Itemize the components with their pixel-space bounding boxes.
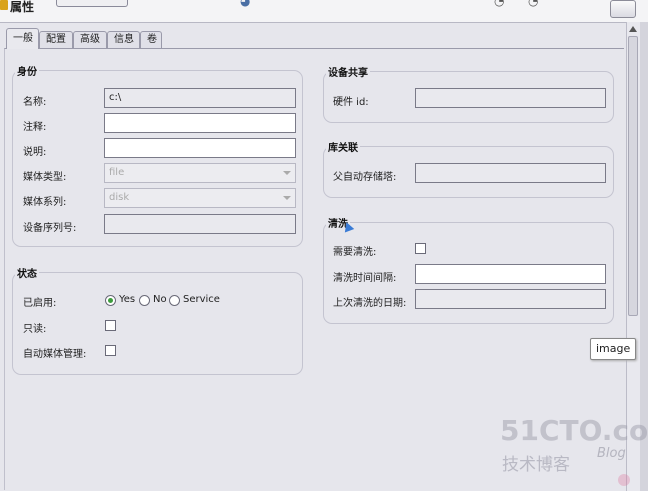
name-label: 名称:: [23, 97, 47, 108]
cleaning-interval-label: 清洗时间间隔:: [333, 273, 397, 284]
auto-media-checkbox[interactable]: [105, 345, 116, 356]
enabled-label: 已启用:: [23, 298, 57, 309]
serial-label: 设备序列号:: [23, 223, 77, 234]
description-label: 说明:: [23, 147, 47, 158]
auto-media-label: 自动媒体管理:: [23, 349, 87, 360]
status-title: 状态: [15, 265, 39, 280]
media-type-label: 媒体类型:: [23, 172, 67, 183]
readonly-checkbox[interactable]: [105, 320, 116, 331]
window-control-button[interactable]: [610, 0, 636, 18]
scroll-up-icon[interactable]: [627, 24, 639, 34]
toolbar-icon[interactable]: ◔: [494, 0, 504, 8]
media-family-label: 媒体系列:: [23, 197, 67, 208]
tab-config[interactable]: 配置: [39, 31, 73, 48]
image-tooltip: image: [590, 338, 637, 360]
identity-title: 身份: [15, 63, 39, 78]
toolbar-icon[interactable]: ◔: [528, 0, 538, 8]
tab-volume[interactable]: 卷: [140, 31, 162, 48]
parent-library-label: 父自动存储塔:: [333, 172, 397, 183]
scrollbar-thumb[interactable]: [628, 36, 638, 316]
media-family-select[interactable]: disk: [104, 188, 296, 208]
tab-general[interactable]: 一般: [6, 28, 39, 49]
tab-info[interactable]: 信息: [107, 31, 140, 48]
hardware-id-field[interactable]: [415, 88, 606, 108]
sharing-title: 设备共享: [326, 64, 370, 79]
enabled-no-label: No: [153, 294, 167, 305]
cleaning-interval-field[interactable]: [415, 264, 606, 284]
enabled-yes-radio[interactable]: [105, 295, 116, 306]
comment-field[interactable]: [104, 113, 296, 133]
toolbar-icon[interactable]: ◕: [240, 0, 250, 8]
enabled-yes-label: Yes: [119, 294, 136, 305]
readonly-label: 只读:: [23, 324, 47, 335]
needs-cleaning-label: 需要清洗:: [333, 247, 377, 258]
watermark-blog: Blog: [597, 446, 626, 461]
watermark-decoration: [618, 474, 630, 486]
parent-library-field[interactable]: [415, 163, 606, 183]
media-type-value: file: [109, 167, 125, 178]
media-family-value: disk: [109, 192, 130, 203]
comment-label: 注释:: [23, 122, 47, 133]
enabled-service-radio[interactable]: [169, 295, 180, 306]
last-cleaned-label: 上次清洗的日期:: [333, 298, 407, 309]
app-icon: [0, 0, 8, 10]
chevron-down-icon: [283, 196, 291, 200]
window-title: 属性: [10, 0, 35, 14]
description-field[interactable]: [104, 138, 296, 158]
title-bar: 属性 ◕ ◔ ◔: [0, 0, 648, 23]
library-title: 库关联: [326, 139, 360, 154]
needs-cleaning-checkbox[interactable]: [415, 243, 426, 254]
hardware-id-label: 硬件 id:: [333, 97, 369, 108]
media-type-select[interactable]: file: [104, 163, 296, 183]
tab-advanced[interactable]: 高级: [73, 31, 107, 48]
watermark-logo: 51CTO.com: [500, 414, 648, 447]
chevron-down-icon: [283, 171, 291, 175]
toolbar-button[interactable]: [56, 0, 128, 7]
enabled-service-label: Service: [183, 294, 220, 305]
enabled-no-radio[interactable]: [139, 295, 150, 306]
last-cleaned-field[interactable]: [415, 289, 606, 309]
serial-field[interactable]: [104, 214, 296, 234]
name-field[interactable]: c:\: [104, 88, 296, 108]
watermark-subtitle: 技术博客: [502, 455, 570, 475]
